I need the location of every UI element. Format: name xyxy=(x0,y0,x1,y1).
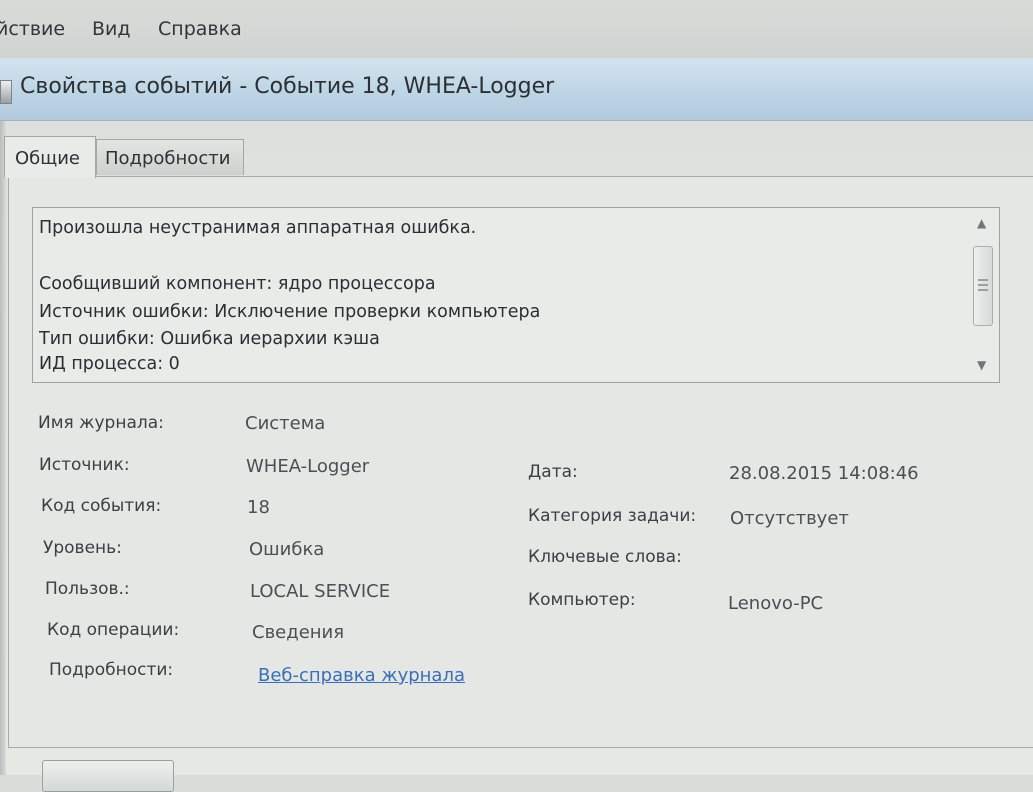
description-scrollbar[interactable]: ▲ ▼ xyxy=(967,208,999,382)
tab-details[interactable]: Подробности xyxy=(96,139,244,175)
log-name-label: Имя журнала: xyxy=(38,413,164,433)
dialog-button[interactable] xyxy=(42,760,174,792)
event-id-value: 18 xyxy=(247,497,270,518)
opcode-label: Код операции: xyxy=(47,620,180,640)
menu-item-help[interactable]: Справка xyxy=(158,18,242,40)
log-name-value: Система xyxy=(245,413,326,434)
user-value: LOCAL SERVICE xyxy=(250,581,391,602)
date-value: 28.08.2015 14:08:46 xyxy=(729,463,919,484)
level-label: Уровень: xyxy=(43,538,122,558)
details-label: Подробности: xyxy=(49,660,174,680)
description-line: ИД процесса: 0 xyxy=(39,354,180,374)
event-description-box[interactable]: Произошла неустранимая аппаратная ошибка… xyxy=(32,207,1000,383)
web-help-link[interactable]: Веб-справка журнала xyxy=(258,665,465,686)
scroll-grip-icon xyxy=(978,279,988,291)
description-line: Тип ошибки: Ошибка иерархии кэша xyxy=(39,329,380,349)
tab-general[interactable]: Общие xyxy=(4,136,96,178)
computer-value: Lenovo-PC xyxy=(728,593,824,614)
source-value: WHEA-Logger xyxy=(246,456,370,477)
description-line: Сообщивший компонент: ядро процессора xyxy=(39,274,436,294)
menu-item-action[interactable]: йствие xyxy=(0,18,65,40)
opcode-value: Сведения xyxy=(252,622,345,643)
level-value: Ошибка xyxy=(249,539,325,560)
window-edge xyxy=(0,121,6,775)
keywords-label: Ключевые слова: xyxy=(528,547,682,567)
description-line: Источник ошибки: Исключение проверки ком… xyxy=(39,302,541,322)
window-title: Свойства событий - Событие 18, WHEA-Logg… xyxy=(20,74,555,99)
task-category-label: Категория задачи: xyxy=(528,506,697,526)
menu-item-view[interactable]: Вид xyxy=(92,18,131,40)
window-icon xyxy=(0,80,12,104)
event-id-label: Код события: xyxy=(41,496,162,516)
description-line: Произошла неустранимая аппаратная ошибка… xyxy=(39,218,477,238)
task-category-value: Отсутствует xyxy=(730,508,849,529)
scroll-down-arrow-icon[interactable]: ▼ xyxy=(977,358,986,372)
scroll-thumb[interactable] xyxy=(973,246,993,326)
user-label: Пользов.: xyxy=(45,579,130,599)
source-label: Источник: xyxy=(39,455,130,475)
computer-label: Компьютер: xyxy=(528,590,636,610)
date-label: Дата: xyxy=(528,462,578,482)
menu-bar: йствие Вид Справка xyxy=(0,0,1033,59)
scroll-up-arrow-icon[interactable]: ▲ xyxy=(977,216,986,230)
